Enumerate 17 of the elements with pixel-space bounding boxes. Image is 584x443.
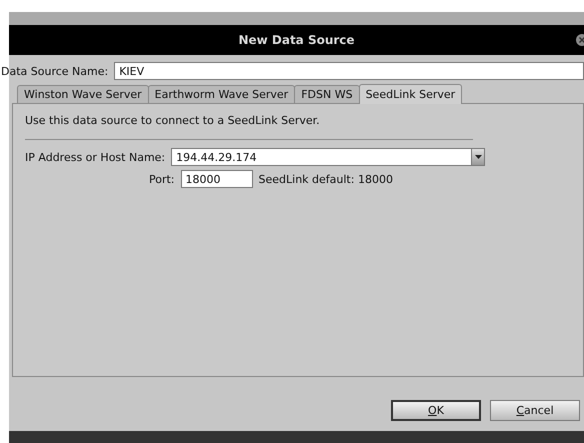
field-label: Data Source Name: xyxy=(1,64,108,78)
tab[interactable]: FDSN WS xyxy=(294,85,360,103)
tab[interactable]: SeedLink Server xyxy=(358,84,462,104)
port-field[interactable]: 18000 xyxy=(180,170,253,188)
name-field[interactable]: KIEV xyxy=(114,62,584,80)
cancel-button[interactable]: Cancel xyxy=(490,400,580,420)
hint-text: SeedLink default: 18000 xyxy=(258,172,393,186)
field-label: Port: xyxy=(149,172,175,186)
description-text: Use this data source to connect to a SeedLink Server. xyxy=(25,114,321,127)
window-title: New Data Source xyxy=(238,33,355,47)
dropdown-button[interactable] xyxy=(471,148,486,166)
host-field[interactable]: 194.44.29.174 xyxy=(171,148,472,166)
ok-button[interactable]: OK xyxy=(391,400,481,420)
caret-icon xyxy=(474,155,482,159)
field-label: IP Address or Host Name: xyxy=(25,150,166,164)
tab[interactable]: Winston Wave Server xyxy=(17,85,149,103)
tab[interactable]: Earthworm Wave Server xyxy=(148,85,296,103)
